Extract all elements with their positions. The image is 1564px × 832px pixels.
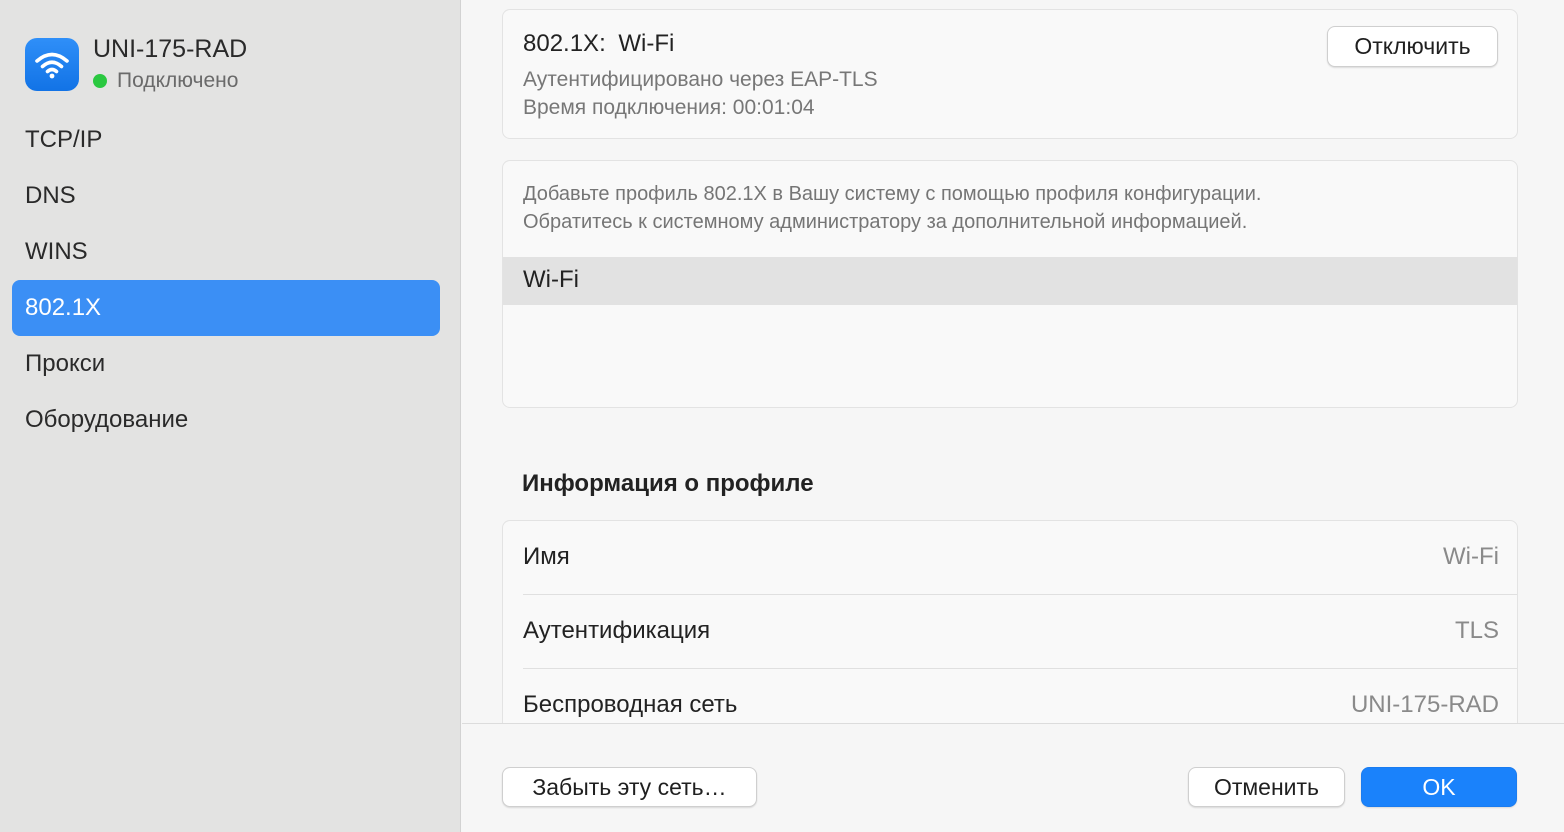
sidebar-item-8021x[interactable]: 802.1X xyxy=(12,280,440,336)
network-status: Подключено xyxy=(93,69,238,93)
sidebar: UNI-175-RAD Подключено TCP/IP DNS WINS 8… xyxy=(0,0,461,832)
profile-info-value: Wi-Fi xyxy=(1443,543,1499,570)
profile-info-row-name: Имя Wi-Fi xyxy=(503,521,1517,595)
profile-list-item[interactable]: Wi-Fi xyxy=(503,257,1517,305)
profile-info-key: Беспроводная сеть xyxy=(523,691,738,718)
connection-panel: 802.1X: Wi-Fi Аутентифицировано через EA… xyxy=(502,9,1518,139)
profile-info-key: Аутентификация xyxy=(523,617,711,644)
profile-info-value: UNI-175-RAD xyxy=(1350,691,1499,718)
sidebar-item-hardware[interactable]: Оборудование xyxy=(12,392,440,448)
profile-info-heading: Информация о профиле xyxy=(522,470,814,497)
profile-list-item-label: Wi-Fi xyxy=(523,266,579,293)
network-header: UNI-175-RAD Подключено xyxy=(25,35,445,94)
wifi-icon xyxy=(25,38,79,91)
profiles-info-line-2: Обратитесь к системному администратору з… xyxy=(523,211,1248,233)
ok-button[interactable]: OK xyxy=(1361,767,1517,807)
cancel-button[interactable]: Отменить xyxy=(1188,767,1345,807)
auth-status-text: Аутентифицировано через EAP-TLS xyxy=(523,68,878,91)
sidebar-item-proxies[interactable]: Прокси xyxy=(12,336,440,392)
forget-network-button[interactable]: Забыть эту сеть… xyxy=(502,767,757,807)
network-name: UNI-175-RAD xyxy=(93,35,248,63)
connection-title: 802.1X: Wi-Fi xyxy=(523,30,675,57)
profile-info-value: TLS xyxy=(1454,617,1499,644)
sidebar-item-tcpip[interactable]: TCP/IP xyxy=(12,112,440,168)
profiles-panel: Добавьте профиль 802.1X в Вашу систему с… xyxy=(502,160,1518,408)
profile-info-row-auth: Аутентификация TLS xyxy=(503,595,1517,669)
main-content: 802.1X: Wi-Fi Аутентифицировано через EA… xyxy=(462,0,1564,832)
sidebar-item-dns[interactable]: DNS xyxy=(12,168,440,224)
disconnect-button[interactable]: Отключить xyxy=(1327,26,1498,67)
network-status-text: Подключено xyxy=(117,69,239,92)
connection-time-text: Время подключения: 00:01:04 xyxy=(523,96,815,119)
profiles-info-line-1: Добавьте профиль 802.1X в Вашу систему с… xyxy=(523,183,1262,205)
dialog-footer: Забыть эту сеть… Отменить OK xyxy=(462,723,1564,832)
profile-info-panel: Имя Wi-Fi Аутентификация TLS Беспроводна… xyxy=(502,520,1518,750)
sidebar-item-wins[interactable]: WINS xyxy=(12,224,440,280)
status-dot-icon xyxy=(93,74,107,88)
profile-info-key: Имя xyxy=(523,543,570,570)
